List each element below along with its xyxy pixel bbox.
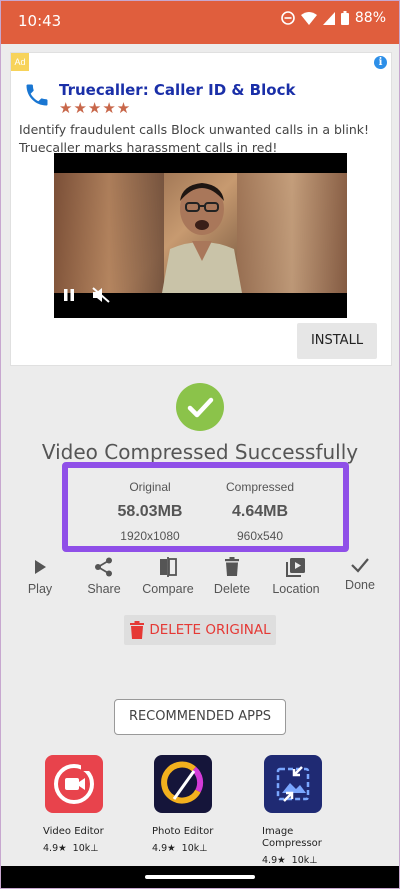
app-downloads: 10k⊥ — [181, 843, 208, 854]
done-button[interactable]: Done — [325, 556, 395, 592]
original-stats: Original 58.03MB 1920x1080 — [90, 480, 210, 543]
video-background-left — [54, 173, 164, 293]
original-resolution: 1920x1080 — [120, 529, 180, 543]
ad-video[interactable] — [54, 153, 347, 318]
status-icons: 88% — [281, 10, 386, 26]
app-name: Image Compressor — [262, 826, 322, 849]
play-label: Play — [27, 582, 53, 596]
success-title: Video Compressed Successfully — [41, 440, 359, 464]
compare-icon — [160, 557, 177, 577]
battery-icon — [340, 11, 349, 25]
done-label: Done — [345, 578, 375, 592]
location-button[interactable]: Location — [261, 556, 331, 596]
pause-icon[interactable] — [62, 288, 76, 307]
app-downloads: 10k⊥ — [291, 855, 318, 866]
app-rating: 4.9★ — [43, 843, 67, 854]
ad-rating-stars: ★★★★★ — [59, 100, 132, 117]
video-background-right — [237, 173, 347, 293]
app-rating: 4.9★ — [262, 855, 286, 866]
app-meta: 4.9★ 10k⊥ — [152, 843, 232, 854]
app-name: Photo Editor — [152, 826, 214, 837]
status-bar: 10:43 88% — [0, 0, 400, 44]
action-bar: Play Share Compare Delete Location Done — [0, 556, 400, 606]
wifi-icon — [300, 11, 317, 25]
phone-icon — [23, 81, 51, 109]
app-downloads: 10k⊥ — [72, 843, 99, 854]
ad-install-button[interactable]: INSTALL — [297, 323, 377, 359]
ad-banner[interactable]: Ad i Truecaller: Caller ID & Block ★★★★★… — [10, 52, 392, 366]
dnd-icon — [281, 11, 295, 25]
play-button[interactable]: Play — [5, 556, 75, 596]
video-editor-app-icon — [45, 755, 103, 813]
check-icon — [351, 558, 369, 573]
image-compressor-app-icon — [264, 755, 322, 813]
app-rating: 4.9★ — [152, 843, 176, 854]
delete-original-button[interactable]: DELETE ORIGINAL — [124, 615, 276, 645]
mute-icon[interactable] — [92, 287, 110, 308]
recommended-apps-button[interactable]: RECOMMENDED APPS — [114, 699, 286, 735]
share-label: Share — [87, 582, 121, 596]
folder-video-icon — [286, 558, 305, 577]
delete-original-label: DELETE ORIGINAL — [149, 622, 271, 638]
share-button[interactable]: Share — [69, 556, 139, 596]
original-label: Original — [129, 480, 171, 494]
compare-button[interactable]: Compare — [133, 556, 203, 596]
app-photo-editor[interactable]: Photo Editor 4.9★ 10k⊥ — [152, 755, 232, 854]
compressed-label: Compressed — [225, 480, 295, 494]
success-check-icon — [176, 383, 224, 431]
delete-button[interactable]: Delete — [197, 556, 267, 596]
ad-info-icon[interactable]: i — [374, 56, 387, 69]
original-size: 58.03MB — [117, 503, 183, 520]
trash-icon — [130, 621, 145, 639]
signal-icon — [322, 11, 335, 25]
share-icon — [95, 557, 112, 577]
compression-stats: Original 58.03MB 1920x1080 Compressed 4.… — [62, 462, 349, 552]
app-meta: 4.9★ 10k⊥ — [262, 855, 342, 866]
ad-title[interactable]: Truecaller: Caller ID & Block — [59, 81, 295, 99]
app-video-editor[interactable]: Video Editor 4.9★ 10k⊥ — [43, 755, 123, 854]
battery-percent: 88% — [354, 10, 386, 26]
compressed-size: 4.64MB — [231, 503, 289, 520]
location-label: Location — [272, 582, 320, 596]
ad-badge: Ad — [11, 53, 29, 71]
video-person — [162, 183, 242, 293]
play-icon — [35, 560, 46, 574]
video-controls — [62, 287, 110, 308]
status-time: 10:43 — [18, 12, 62, 30]
compressed-resolution: 960x540 — [236, 529, 284, 543]
app-name: Video Editor — [43, 826, 104, 837]
home-gesture-pill[interactable] — [145, 875, 255, 879]
navigation-bar — [0, 866, 400, 889]
trash-icon — [225, 557, 239, 576]
ad-description: Identify fraudulent calls Block unwanted… — [19, 122, 370, 155]
app-image-compressor[interactable]: Image Compressor 4.9★ 10k⊥ — [262, 755, 342, 866]
compressed-stats: Compressed 4.64MB 960x540 — [200, 480, 320, 543]
compare-label: Compare — [142, 582, 194, 596]
photo-editor-app-icon — [154, 755, 212, 813]
app-meta: 4.9★ 10k⊥ — [43, 843, 123, 854]
delete-label: Delete — [213, 582, 251, 596]
